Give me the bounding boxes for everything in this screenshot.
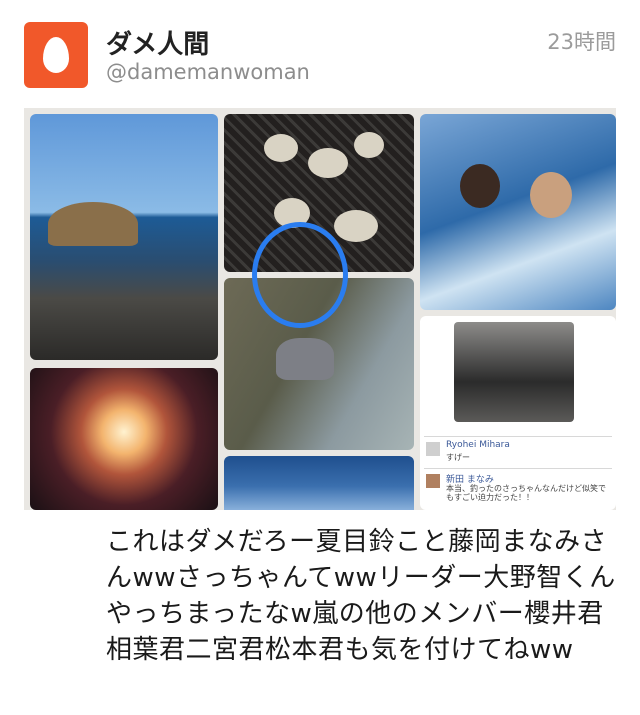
snorkeler-shape — [460, 164, 500, 208]
photo-collage[interactable]: Ryohei Mihara すげー 新田 まなみ 本当、釣ったのさっちゃんなんだ… — [24, 108, 616, 510]
shell-shape — [354, 132, 384, 158]
shell-shape — [308, 148, 348, 178]
person-shape — [276, 338, 334, 380]
divider — [424, 468, 612, 469]
photo-facebook-screenshot: Ryohei Mihara すげー 新田 まなみ 本当、釣ったのさっちゃんなんだ… — [420, 316, 616, 510]
commenter-avatar — [426, 474, 440, 488]
shell-shape — [334, 210, 378, 242]
shell-shape — [264, 134, 298, 162]
divider — [424, 436, 612, 437]
comment-text: すげー — [446, 453, 470, 462]
photo-sea-small — [224, 456, 414, 510]
rock-shape — [48, 202, 138, 246]
snorkeler-shape — [530, 172, 572, 218]
highlight-circle — [252, 222, 348, 328]
commenter-name: Ryohei Mihara — [446, 440, 510, 450]
photo-sea-rock — [30, 114, 218, 360]
photo-fireworks — [30, 368, 218, 510]
avatar[interactable] — [24, 22, 88, 88]
tweet-text: これはダメだろー夏目鈴こと藤岡まなみさんwwさっちゃんてwwリーダー大野智くんや… — [106, 527, 616, 665]
timestamp: 23時間 — [547, 30, 616, 54]
commenter-avatar — [426, 442, 440, 456]
display-name[interactable]: ダメ人間 — [106, 24, 209, 61]
comment-text: 本当、釣ったのさっちゃんなんだけど似笑でもすごい迫力だった！！ — [446, 484, 606, 502]
user-handle[interactable]: @damemanwoman — [106, 60, 310, 84]
egg-icon — [43, 37, 69, 73]
fish-photo — [454, 322, 574, 422]
photo-snorkeling — [420, 114, 616, 310]
